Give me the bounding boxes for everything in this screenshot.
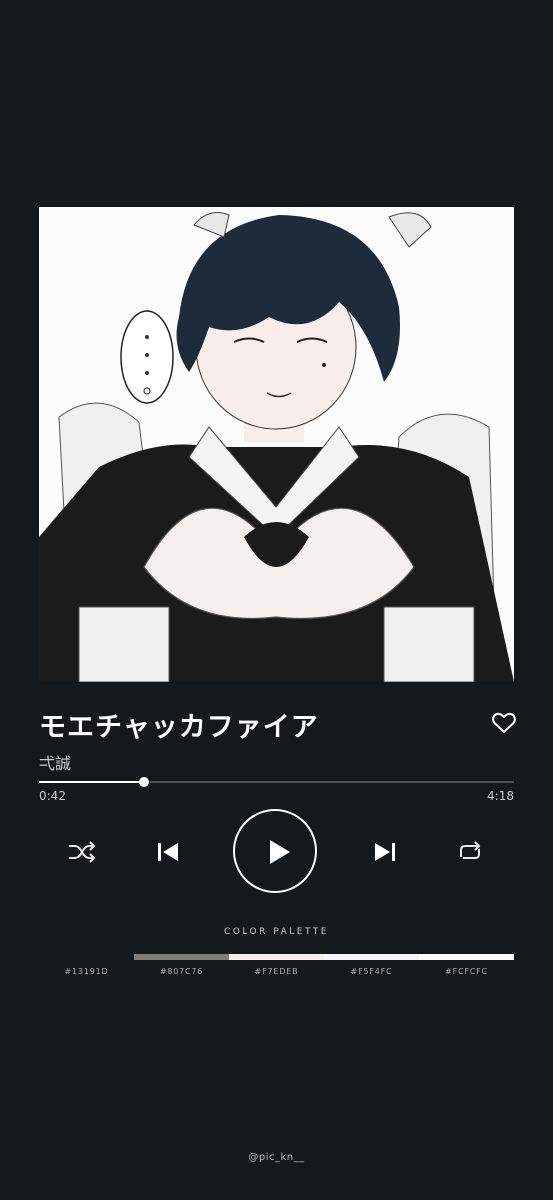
progress-fill — [39, 781, 144, 783]
swatch-4 — [324, 954, 419, 960]
credit-handle: @pic_kn__ — [248, 1152, 305, 1163]
play-icon — [270, 840, 290, 864]
repeat-button[interactable] — [457, 841, 483, 863]
song-title: モエチャッカファイア — [39, 712, 319, 743]
palette-swatches — [39, 954, 514, 960]
total-time: 4:18 — [487, 789, 514, 803]
repeat-icon — [460, 841, 481, 859]
swatch-2 — [134, 954, 229, 960]
next-button[interactable] — [374, 842, 396, 862]
palette-hex-codes: #13191D #807C76 #F7EDEB #F5F4FC #FCFCFC — [39, 967, 514, 976]
swatch-1 — [39, 954, 134, 960]
skip-previous-icon — [158, 843, 178, 861]
current-time: 0:42 — [39, 789, 66, 803]
artwork-illustration — [39, 207, 514, 682]
shuffle-button[interactable] — [67, 840, 97, 864]
hex-code-1: #13191D — [64, 967, 109, 976]
swatch-3 — [229, 954, 324, 960]
hex-code-4: #F5F4FC — [350, 967, 393, 976]
skip-next-icon — [375, 843, 395, 861]
hex-code-3: #F7EDEB — [254, 967, 299, 976]
swatch-5 — [419, 954, 514, 960]
progress-bar[interactable] — [39, 777, 514, 787]
hex-code-5: #FCFCFC — [445, 967, 488, 976]
heart-outline-icon[interactable] — [492, 712, 516, 734]
artist-name: 弌誠 — [39, 754, 72, 773]
play-button[interactable] — [233, 809, 317, 893]
palette-title: COLOR PALETTE — [224, 927, 329, 937]
album-artwork — [39, 207, 514, 682]
shuffle-icon — [69, 841, 96, 863]
progress-handle[interactable] — [138, 777, 149, 787]
previous-button[interactable] — [157, 842, 179, 862]
hex-code-2: #807C76 — [159, 967, 204, 976]
